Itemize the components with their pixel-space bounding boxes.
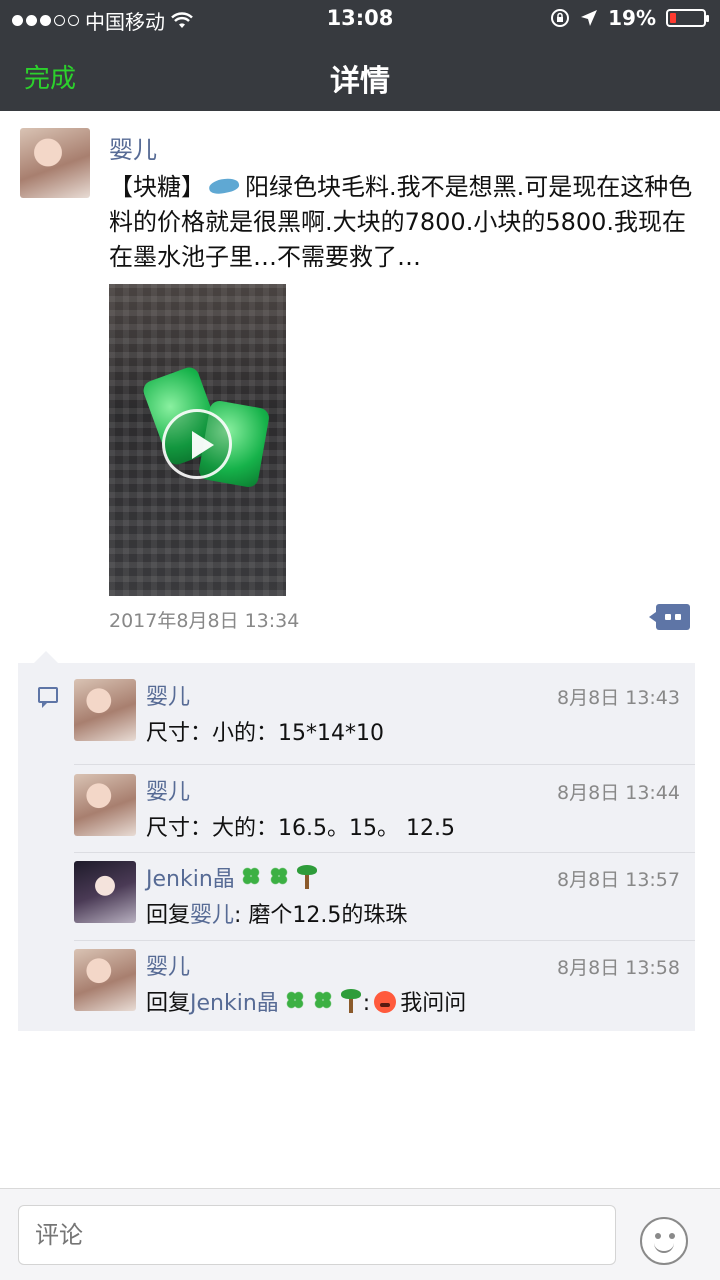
commenter-name[interactable]: 婴儿 bbox=[146, 949, 190, 981]
comment-item[interactable]: 婴儿 8月8日 13:44 尺寸：大的：16.5。15。 12.5 bbox=[74, 774, 680, 841]
commenter-avatar[interactable] bbox=[74, 949, 136, 1011]
post-video-thumbnail[interactable] bbox=[109, 284, 286, 596]
comment-divider bbox=[74, 764, 695, 765]
clover-emoji-icon bbox=[239, 865, 263, 889]
post-text: 【块糖】 阳绿色块毛料.我不是想黑.可是现在这种色料的价格就是很黑啊.大块的780… bbox=[109, 170, 699, 275]
commenter-name[interactable]: 婴儿 bbox=[146, 679, 190, 711]
clover-emoji-icon bbox=[311, 989, 335, 1013]
comment-divider bbox=[74, 852, 695, 853]
reply-target-name[interactable]: 婴儿 bbox=[190, 903, 234, 928]
commenter-name[interactable]: Jenkin晶 bbox=[146, 861, 319, 893]
emoji-button[interactable] bbox=[640, 1217, 688, 1265]
comment-item[interactable]: Jenkin晶 8月8日 13:57 回复婴儿: 磨个12.5的珠珠 bbox=[74, 861, 680, 928]
commenter-avatar[interactable] bbox=[74, 774, 136, 836]
angry-face-emoji-icon bbox=[374, 991, 397, 1013]
comment-text: 尺寸：小的：15*14*10 bbox=[146, 721, 384, 746]
commenter-name[interactable]: 婴儿 bbox=[146, 774, 190, 806]
commenter-avatar[interactable] bbox=[74, 679, 136, 741]
top-bar: 中国移动 13:08 19% 完成 详情 bbox=[0, 0, 720, 111]
comment-input[interactable] bbox=[18, 1205, 616, 1265]
comment-time: 8月8日 13:58 bbox=[557, 957, 680, 979]
palm-tree-emoji-icon bbox=[295, 864, 319, 890]
comment-item[interactable]: 婴儿 8月8日 13:43 尺寸：小的：15*14*10 bbox=[74, 679, 680, 746]
commenter-avatar[interactable] bbox=[74, 861, 136, 923]
location-icon bbox=[581, 10, 598, 26]
post-author-name[interactable]: 婴儿 bbox=[109, 130, 157, 165]
comment-menu-button[interactable] bbox=[649, 604, 690, 630]
post-text-prefix: 【块糖】 bbox=[109, 173, 205, 201]
comment-text: 回复Jenkin晶: 我问问 bbox=[146, 985, 466, 1017]
comment-time: 8月8日 13:43 bbox=[557, 687, 680, 709]
comment-text: 回复婴儿: 磨个12.5的珠珠 bbox=[146, 903, 408, 928]
comment-time: 8月8日 13:44 bbox=[557, 782, 680, 804]
nav-bar: 完成 详情 bbox=[0, 40, 720, 110]
comment-time: 8月8日 13:57 bbox=[557, 869, 680, 891]
post-author-avatar[interactable] bbox=[20, 128, 90, 198]
comment-divider bbox=[74, 940, 695, 941]
orientation-lock-icon bbox=[551, 9, 570, 27]
clover-emoji-icon bbox=[283, 989, 307, 1013]
comment-item[interactable]: 婴儿 8月8日 13:58 回复Jenkin晶: 我问问 bbox=[74, 949, 680, 1016]
clover-emoji-icon bbox=[267, 865, 291, 889]
comment-input-bar bbox=[0, 1188, 720, 1280]
battery-percent: 19% bbox=[608, 6, 656, 30]
comment-icon bbox=[38, 687, 58, 708]
comment-text: 尺寸：大的：16.5。15。 12.5 bbox=[146, 816, 455, 841]
battery-icon bbox=[666, 9, 709, 27]
palm-tree-emoji-icon bbox=[339, 988, 363, 1014]
comments-panel: 婴儿 8月8日 13:43 尺寸：小的：15*14*10 婴儿 8月8日 13:… bbox=[18, 651, 695, 1031]
page-title: 详情 bbox=[330, 64, 390, 99]
post-timestamp: 2017年8月8日 13:34 bbox=[109, 610, 300, 632]
status-bar: 中国移动 13:08 19% bbox=[0, 0, 720, 36]
dolphin-emoji-icon bbox=[207, 173, 243, 199]
reply-target-name[interactable]: Jenkin晶 bbox=[190, 988, 363, 1016]
play-icon[interactable] bbox=[162, 409, 232, 479]
